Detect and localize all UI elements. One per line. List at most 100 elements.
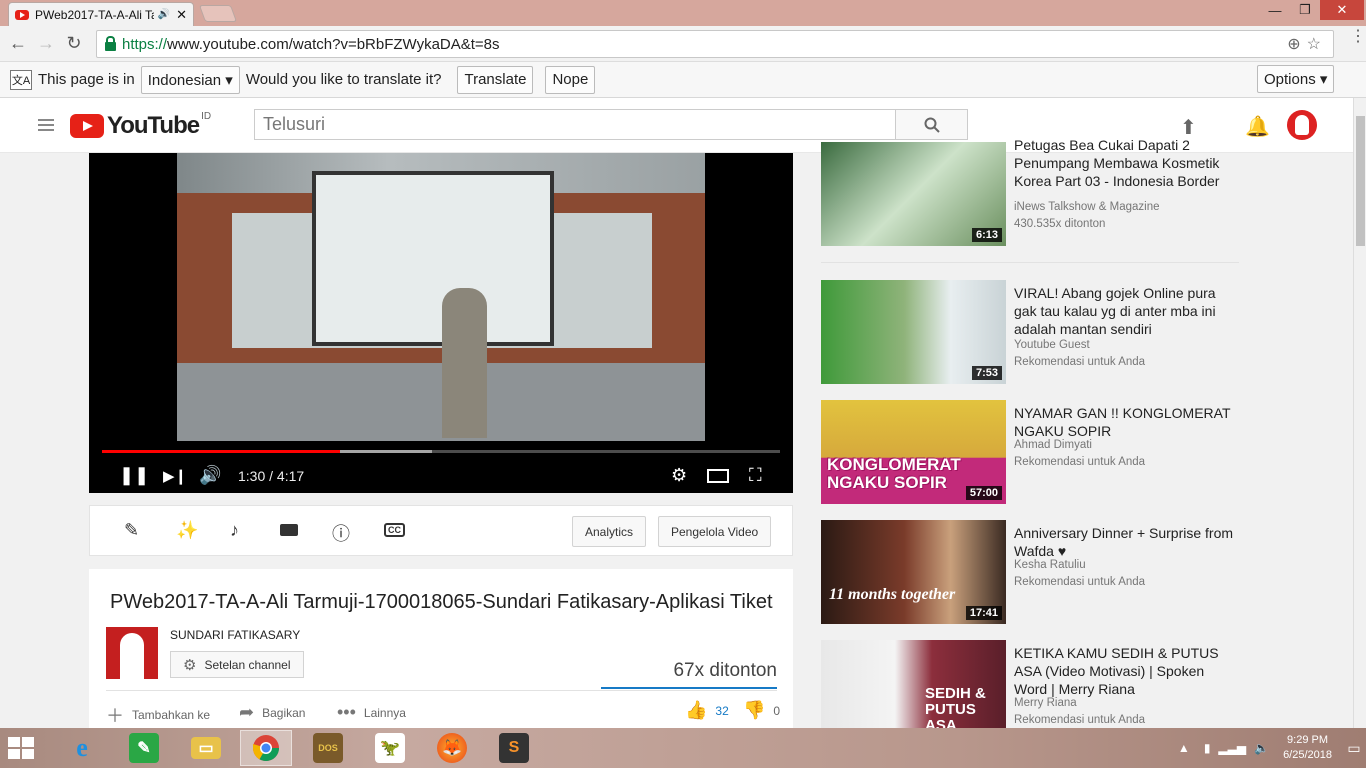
captions-cc-icon[interactable]: CC [384, 523, 405, 537]
player-controls: ❚❚ ▶❙ 🔊 1:30 / 4:17 ⚙ ⛶ [89, 458, 793, 493]
close-window-button[interactable]: ✕ [1320, 0, 1364, 20]
more-label: Lainnya [363, 705, 406, 720]
video-thumbnail[interactable]: SEDIH & PUTUS ASA [821, 640, 1006, 728]
wps-writer-icon[interactable]: ✎ [118, 730, 170, 766]
scrollbar-thumb[interactable] [1356, 116, 1365, 246]
dislike-button[interactable]: 👎 0 [743, 700, 780, 721]
dinosaur-app-icon[interactable]: 🦖 [364, 730, 416, 766]
dosbox-icon[interactable]: DOS [302, 730, 354, 766]
signal-icon[interactable]: ▂▃▅ [1218, 741, 1246, 755]
video-duration: 17:41 [965, 606, 1002, 620]
related-title[interactable]: NYAMAR GAN !! KONGLOMERAT NGAKU SOPIR [1014, 404, 1239, 440]
analytics-button[interactable]: Analytics [572, 516, 647, 547]
enhance-wand-icon[interactable]: ✨ [176, 520, 198, 541]
fullscreen-icon[interactable]: ⛶ [749, 465, 762, 486]
browser-tab-active[interactable]: PWeb2017-TA-A-Ali Ta 🔊 ✕ [8, 2, 194, 26]
related-video[interactable]: 11 months together 17:41 Anniversary Din… [821, 520, 1241, 624]
info-icon[interactable]: ⓘ [332, 520, 350, 546]
related-title[interactable]: Anniversary Dinner + Surprise from Wafda… [1014, 524, 1239, 560]
avatar[interactable] [1287, 110, 1317, 140]
progress-bar[interactable] [102, 450, 780, 453]
url-scheme: https:// [122, 35, 168, 53]
search-input[interactable]: Telusuri [254, 109, 896, 140]
sublime-text-icon[interactable]: S [488, 730, 540, 766]
address-bar[interactable]: https:// www.youtube.com/watch?v=bRbFZWy… [96, 30, 1334, 58]
lock-icon [105, 35, 116, 51]
video-title: PWeb2017-TA-A-Ali Tarmuji-1700018065-Sun… [110, 591, 773, 613]
notifications-icon[interactable]: ▭ [1342, 728, 1366, 768]
share-button[interactable]: ➦ Bagikan [239, 702, 305, 723]
internet-explorer-icon[interactable]: e [56, 730, 108, 766]
related-channel: Kesha Ratuliu [1014, 559, 1086, 571]
dislike-count: 0 [773, 703, 781, 718]
theater-mode-icon[interactable] [707, 469, 729, 483]
bookmark-star-icon[interactable]: ☆ [1307, 36, 1327, 53]
search-icon [924, 117, 940, 133]
search-button[interactable] [895, 109, 968, 140]
related-video[interactable]: SEDIH & PUTUS ASA KETIKA KAMU SEDIH & PU… [821, 640, 1241, 728]
presenter [442, 288, 487, 438]
video-thumbnail[interactable]: KONGLOMERAT NGAKU SOPIR 57:00 [821, 400, 1006, 504]
zoom-icon[interactable]: ⊕ [1287, 36, 1306, 53]
related-video[interactable]: 6:13 Petugas Bea Cukai Dapati 2 Penumpan… [821, 137, 1241, 246]
video-manager-button[interactable]: Pengelola Video [658, 516, 772, 547]
share-arrow-icon: ➦ [239, 702, 255, 722]
audio-note-icon[interactable]: ♪ [230, 520, 239, 541]
clock[interactable]: 9:29 PM 6/25/2018 [1283, 733, 1332, 763]
back-arrow-icon[interactable]: ← [4, 30, 32, 58]
maximize-button[interactable]: ❐ [1290, 0, 1320, 20]
more-dots-icon: ••• [337, 702, 356, 722]
chrome-icon[interactable] [240, 730, 292, 766]
channel-name[interactable]: SUNDARI FATIKASARY [170, 628, 300, 642]
pause-icon[interactable]: ❚❚ [119, 465, 149, 486]
channel-settings-button[interactable]: ⚙ Setelan channel [170, 651, 304, 678]
youtube-logo[interactable]: YouTube ID [70, 110, 212, 140]
speaker-icon[interactable]: 🔊 [158, 9, 170, 20]
settings-gear-icon[interactable]: ⚙ [671, 465, 687, 486]
video-thumbnail[interactable]: 6:13 [821, 142, 1006, 246]
related-channel: Ahmad Dimyati [1014, 439, 1092, 451]
minimize-button[interactable]: — [1260, 0, 1290, 20]
channel-settings-label: Setelan channel [204, 657, 291, 672]
like-button[interactable]: 👍 32 [685, 700, 729, 721]
windows-start-icon[interactable] [8, 737, 36, 759]
related-video[interactable]: 7:53 VIRAL! Abang gojek Online pura gak … [821, 280, 1241, 384]
page-scrollbar[interactable] [1353, 98, 1366, 728]
tab-close-button[interactable]: ✕ [176, 7, 187, 23]
related-meta: Rekomendasi untuk Anda [1014, 576, 1146, 588]
firefox-icon[interactable]: 🦊 [426, 730, 478, 766]
channel-avatar[interactable] [106, 627, 158, 679]
notifications-bell-icon[interactable]: 🔔 [1245, 114, 1270, 139]
translate-options-button[interactable]: Options ▾ [1257, 65, 1335, 93]
browser-menu-icon[interactable]: ⋮ [1350, 29, 1366, 45]
new-tab-button[interactable] [198, 5, 238, 22]
translate-button[interactable]: Translate [457, 65, 534, 94]
reload-icon[interactable]: ↻ [60, 30, 88, 58]
url-text: www.youtube.com/watch?v=bRbFZWykaDA&t=8s [167, 35, 500, 53]
video-thumbnail[interactable]: 7:53 [821, 280, 1006, 384]
like-ratio-bar [601, 687, 777, 689]
forward-arrow-icon[interactable]: → [32, 30, 60, 58]
logo-region: ID [201, 110, 212, 122]
volume-tray-icon[interactable]: 🔈 [1254, 741, 1269, 755]
related-title[interactable]: Petugas Bea Cukai Dapati 2 Penumpang Mem… [1014, 136, 1239, 190]
language-select[interactable]: Indonesian ▾ [140, 65, 240, 94]
annotations-icon[interactable] [280, 524, 298, 536]
file-explorer-icon[interactable]: ▭ [180, 730, 232, 766]
battery-icon[interactable]: ▮ [1204, 741, 1211, 755]
related-title[interactable]: VIRAL! Abang gojek Online pura gak tau k… [1014, 284, 1239, 338]
related-video[interactable]: KONGLOMERAT NGAKU SOPIR 57:00 NYAMAR GAN… [821, 400, 1241, 504]
nope-button[interactable]: Nope [545, 65, 596, 94]
menu-icon[interactable] [38, 119, 54, 131]
tray-chevron-icon[interactable]: ▲ [1178, 741, 1190, 755]
video-duration: 6:13 [971, 228, 1002, 242]
edit-pencil-icon[interactable]: ✎ [124, 520, 139, 541]
related-title[interactable]: KETIKA KAMU SEDIH & PUTUS ASA (Video Mot… [1014, 644, 1239, 698]
video-player[interactable]: ❚❚ ▶❙ 🔊 1:30 / 4:17 ⚙ ⛶ [89, 153, 793, 493]
more-button[interactable]: ••• Lainnya [337, 702, 406, 723]
add-to-button[interactable]: ＋ Tambahkan ke [106, 702, 210, 728]
video-thumbnail[interactable]: 11 months together 17:41 [821, 520, 1006, 624]
volume-icon[interactable]: 🔊 [199, 465, 221, 486]
thumbnail-overlay-text: 11 months together [829, 586, 956, 603]
next-icon[interactable]: ▶❙ [163, 467, 187, 485]
